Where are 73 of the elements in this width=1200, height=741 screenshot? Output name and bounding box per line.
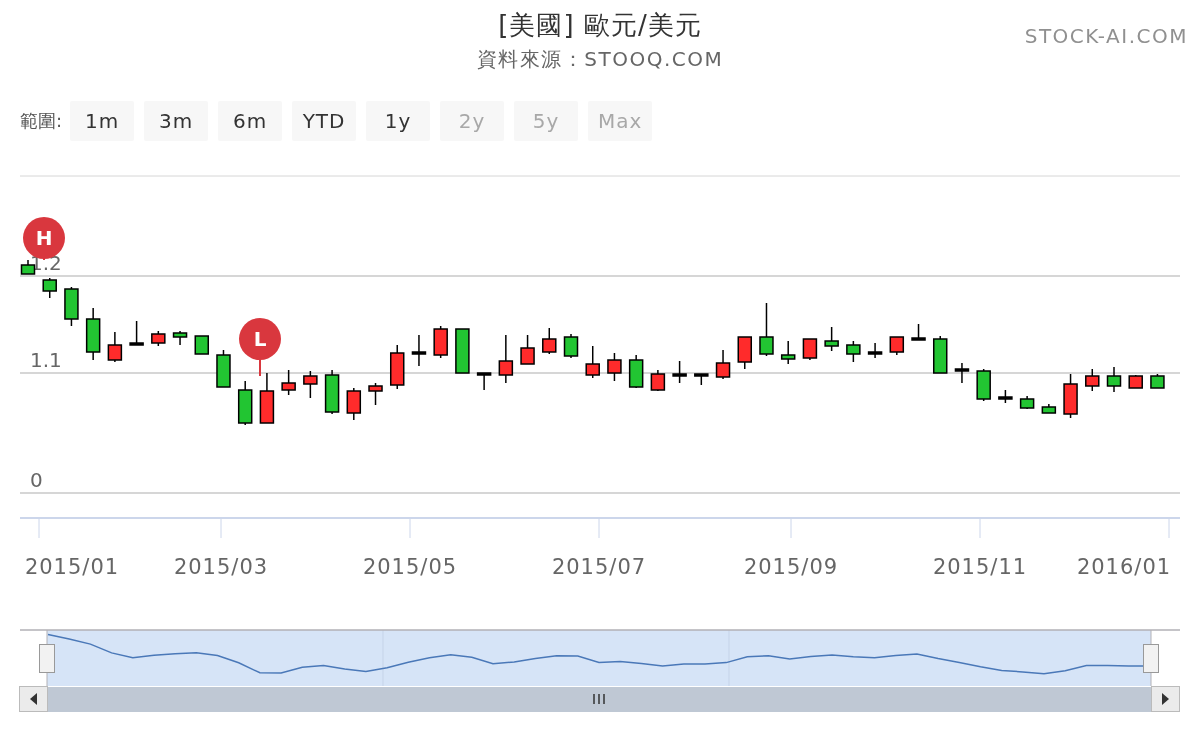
candlestick xyxy=(824,326,839,352)
scroll-left-button[interactable] xyxy=(19,686,48,712)
range-button[interactable]: YTD xyxy=(292,101,357,141)
axis-label: 2015/05 xyxy=(362,555,458,579)
candlestick xyxy=(1085,368,1100,392)
candlestick xyxy=(542,327,557,355)
candlestick xyxy=(563,333,579,359)
candlestick xyxy=(715,349,731,380)
candlestick xyxy=(846,340,861,363)
candlestick xyxy=(64,286,79,327)
candlestick xyxy=(324,369,340,415)
range-button[interactable]: 1m xyxy=(70,101,135,141)
candlestick xyxy=(281,369,296,396)
candlestick xyxy=(998,389,1013,404)
candlestick xyxy=(172,330,188,346)
candlestick xyxy=(151,330,166,347)
axis-label: 1.1 xyxy=(30,348,62,372)
axis-label: 2015/11 xyxy=(932,555,1028,579)
candlestick xyxy=(129,320,144,346)
candlestick xyxy=(390,344,405,390)
axis-label: 2015/07 xyxy=(551,555,647,579)
candlestick xyxy=(85,307,101,361)
candlestick xyxy=(780,340,796,365)
range-button[interactable]: 3m xyxy=(144,101,209,141)
candlestick xyxy=(889,336,905,356)
range-label: 範圍: xyxy=(20,109,63,133)
candlestick xyxy=(498,334,514,384)
candlestick xyxy=(954,362,970,384)
candlestick xyxy=(520,334,535,365)
axis-label: 2015/09 xyxy=(743,555,839,579)
scroll-right-button[interactable] xyxy=(1151,686,1180,712)
candlestick xyxy=(694,373,709,386)
candlestick xyxy=(1041,403,1057,414)
range-button[interactable]: 6m xyxy=(218,101,283,141)
candlestick xyxy=(303,370,318,399)
candlestick xyxy=(759,302,774,357)
candlestick xyxy=(411,334,427,367)
candlestick xyxy=(476,372,492,391)
candlestick xyxy=(976,368,991,402)
candlestick xyxy=(216,349,231,388)
credit-text: STOCK-AI.COM xyxy=(1024,24,1188,50)
candlestick xyxy=(368,382,383,406)
candlestick xyxy=(42,277,57,299)
candlestick xyxy=(1106,366,1122,393)
candlestick xyxy=(1128,374,1143,389)
candlestick xyxy=(194,335,209,355)
axis-label: 2015/03 xyxy=(173,555,269,579)
axis-label: 0 xyxy=(30,468,43,492)
candlestick xyxy=(628,354,644,389)
chart-title: [美國] 歐元/美元 xyxy=(497,9,703,42)
axis-label: 2015/01 xyxy=(24,555,120,579)
candlestick xyxy=(1063,373,1078,419)
candlestick xyxy=(1150,373,1165,389)
candlestick xyxy=(259,372,275,424)
candlestick xyxy=(107,331,123,363)
candlestick xyxy=(650,369,666,392)
scrollbar-thumb[interactable] xyxy=(48,687,1151,712)
candlestick xyxy=(455,328,470,374)
candlestick xyxy=(585,345,600,379)
candlestick xyxy=(867,342,883,359)
candlestick xyxy=(607,352,622,382)
range-button[interactable]: 1y xyxy=(366,101,431,141)
candlestick xyxy=(933,335,948,374)
candlestick xyxy=(672,360,687,384)
candlestick xyxy=(346,387,362,421)
candlestick xyxy=(433,325,448,359)
candlestick xyxy=(737,336,752,370)
candlestick xyxy=(237,380,253,426)
candlestick xyxy=(1019,395,1035,410)
axis-label: 2016/01 xyxy=(1076,555,1172,579)
chart-subtitle: 資料來源：STOOQ.COM xyxy=(476,46,724,73)
candlestick xyxy=(802,338,818,361)
candlestick xyxy=(911,323,926,341)
